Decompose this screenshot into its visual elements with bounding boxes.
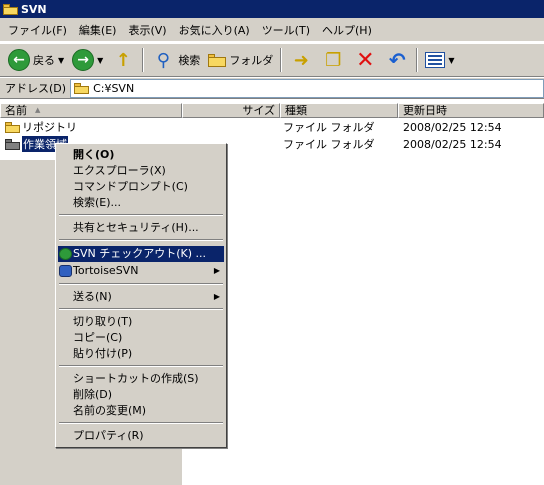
menu-separator [59,308,223,310]
views-icon [425,52,446,68]
views-dropdown-icon[interactable]: ▼ [448,56,454,65]
menu-item-properties[interactable]: プロパティ(R) [58,428,224,444]
menu-item-tortoisesvn-label: TortoiseSVN [73,264,139,277]
menu-edit[interactable]: 編集(E) [73,22,123,38]
folder-icon [3,3,18,15]
context-menu: 開く(O) エクスプローラ(X) コマンドプロンプト(C) 検索(E)... 共… [55,143,227,448]
menu-separator [59,365,223,367]
menu-item-svn-checkout[interactable]: SVN チェックアウト(K) ... [58,246,224,262]
submenu-arrow-icon: ▶ [213,292,220,301]
address-label: アドレス(D) [5,82,67,95]
undo-icon: ↶ [388,48,406,72]
menu-bar: ファイル(F) 編集(E) 表示(V) お気に入り(A) ツール(T) ヘルプ(… [0,18,544,42]
menu-favorites[interactable]: お気に入り(A) [173,22,256,38]
move-to-icon: ➜ [293,49,309,71]
delete-button[interactable]: ✕ [349,46,381,74]
forward-arrow-icon: → [72,49,95,71]
menu-separator [59,239,223,241]
menu-separator [59,214,223,216]
delete-x-icon: ✕ [356,47,375,73]
address-bar: アドレス(D) C:¥SVN [0,78,544,99]
menu-item-copy[interactable]: コピー(C) [58,330,224,346]
file-date: 2008/02/25 12:54 [403,120,502,134]
window-title: SVN [21,2,47,16]
menu-item-send-to[interactable]: 送る(N) ▶ [58,289,224,305]
back-label: 戻る [33,54,55,67]
menu-item-search[interactable]: 検索(E)... [58,195,224,211]
folder-icon [5,121,20,133]
file-date: 2008/02/25 12:54 [403,137,502,151]
menu-item-sharing-security[interactable]: 共有とセキュリティ(H)... [58,220,224,236]
tortoisesvn-icon [59,265,72,277]
menu-item-paste[interactable]: 貼り付け(P) [58,346,224,362]
menu-tools[interactable]: ツール(T) [256,22,316,38]
copy-to-button[interactable]: ❐ [317,46,349,74]
file-row[interactable]: リポジトリ ファイル フォルダ 2008/02/25 12:54 [0,119,544,135]
sort-ascending-icon: ▲ [35,106,41,114]
views-button[interactable]: ▼ [421,46,458,74]
toolbar-separator [142,48,145,72]
column-header-date[interactable]: 更新日時 [398,103,544,118]
toolbar-separator [280,48,283,72]
submenu-arrow-icon: ▶ [213,266,220,275]
copy-to-icon: ❐ [325,49,342,71]
up-button[interactable]: ↑ [107,46,139,74]
toolbar: ← 戻る ▼ → ▼ ↑ ⚲ 検索 フォルダ ➜ ❐ ✕ ↶ ▼ [0,43,544,77]
file-name-cell: リポジトリ [5,119,77,135]
menu-separator [59,283,223,285]
column-header-type[interactable]: 種類 [280,103,398,118]
menu-item-send-to-label: 送る(N) [73,290,112,303]
menu-item-svn-checkout-label: SVN チェックアウト(K) ... [73,247,207,260]
menu-item-explorer[interactable]: エクスプローラ(X) [58,163,224,179]
folders-icon [208,53,227,67]
back-dropdown-icon[interactable]: ▼ [58,56,64,65]
folder-up-icon: ↑ [115,49,131,71]
menu-item-tortoisesvn[interactable]: TortoiseSVN ▶ [58,263,224,279]
menu-view[interactable]: 表示(V) [122,22,172,38]
file-type: ファイル フォルダ [283,138,375,151]
address-value: C:¥SVN [93,81,135,95]
undo-button[interactable]: ↶ [381,46,413,74]
folders-label: フォルダ [229,54,274,67]
forward-button[interactable]: → ▼ [68,46,107,74]
file-type: ファイル フォルダ [283,121,375,134]
search-button[interactable]: ⚲ 検索 [147,46,204,74]
menu-file[interactable]: ファイル(F) [0,22,73,38]
menu-item-open[interactable]: 開く(O) [58,147,224,163]
column-header-name-label: 名前 [5,104,27,117]
column-headers: 名前 ▲ サイズ 種類 更新日時 [0,103,544,118]
address-input[interactable]: C:¥SVN [70,78,544,98]
folder-icon [74,82,90,94]
toolbar-separator [416,48,419,72]
menu-item-command-prompt[interactable]: コマンドプロンプト(C) [58,179,224,195]
folders-button[interactable]: フォルダ [204,46,277,74]
move-to-button[interactable]: ➜ [285,46,317,74]
menu-item-rename[interactable]: 名前の変更(M) [58,403,224,419]
menu-item-delete[interactable]: 削除(D) [58,387,224,403]
search-label: 検索 [178,54,201,67]
menu-help[interactable]: ヘルプ(H) [316,22,378,38]
title-bar: SVN [0,0,544,18]
menu-item-create-shortcut[interactable]: ショートカットの作成(S) [58,371,224,387]
back-button[interactable]: ← 戻る ▼ [4,46,68,74]
file-name: リポジトリ [22,121,77,134]
menu-item-cut[interactable]: 切り取り(T) [58,314,224,330]
search-icon: ⚲ [156,49,170,71]
forward-dropdown-icon[interactable]: ▼ [97,56,103,65]
folder-icon [5,138,20,150]
menu-separator [59,422,223,424]
column-header-name[interactable]: 名前 ▲ [0,103,182,118]
svn-checkout-icon [59,248,72,260]
back-arrow-icon: ← [8,49,30,71]
column-header-size[interactable]: サイズ [182,103,280,118]
